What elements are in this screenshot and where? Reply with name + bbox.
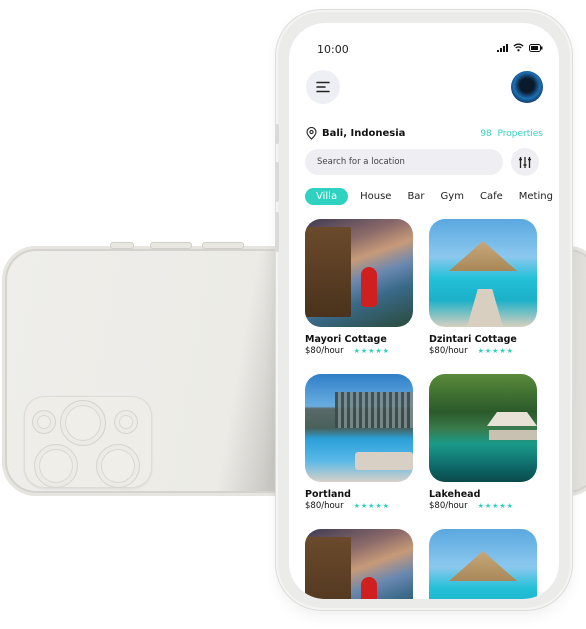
listing-name: Lakehead (429, 489, 481, 500)
listing-image (305, 529, 413, 599)
properties-label: Properties (497, 129, 543, 139)
rating-stars-icon: ★★★★★ (477, 502, 514, 510)
camera-lens (34, 444, 78, 488)
category-tabs: Villa House Bar Gym Cafe Meting (305, 188, 559, 205)
tab-villa[interactable]: Villa (305, 188, 349, 205)
camera-module (24, 396, 152, 488)
location-pin-icon (306, 127, 317, 140)
listing-price: $80/hour (305, 501, 344, 511)
listing-card[interactable] (305, 529, 413, 599)
listing-name: Portland (305, 489, 351, 500)
tab-meting[interactable]: Meting (519, 191, 553, 202)
front-phone-mockup: 10:00 Bali, Indonesia 98 Properties Sear… (275, 12, 570, 608)
camera-lens (96, 444, 140, 488)
properties-number: 98 (480, 129, 492, 139)
battery-icon (529, 43, 543, 52)
menu-button[interactable] (306, 70, 340, 104)
location-label: Bali, Indonesia (322, 128, 406, 139)
user-avatar[interactable] (511, 71, 543, 103)
listing-card[interactable]: Lakehead $80/hour ★★★★★ (429, 374, 537, 511)
signal-icon (497, 43, 508, 52)
listing-card[interactable] (429, 529, 537, 599)
listing-image (429, 374, 537, 482)
listing-image (305, 374, 413, 482)
camera-lens (114, 410, 138, 434)
listing-card[interactable]: Dzintari Cottage $80/hour ★★★★★ (429, 219, 537, 356)
tab-bar[interactable]: Bar (407, 191, 424, 202)
phone-side-button (202, 242, 244, 249)
listing-card[interactable]: Mayori Cottage $80/hour ★★★★★ (305, 219, 413, 356)
rating-stars-icon: ★★★★★ (353, 347, 390, 355)
listing-price: $80/hour (305, 346, 344, 356)
phone-side-button (110, 242, 134, 249)
listing-price: $80/hour (429, 346, 468, 356)
properties-count[interactable]: 98 Properties (480, 129, 543, 139)
listing-image (305, 219, 413, 327)
tab-gym[interactable]: Gym (441, 191, 464, 202)
status-icons (497, 43, 543, 52)
hamburger-menu-icon (316, 81, 330, 93)
tab-house[interactable]: House (360, 191, 391, 202)
listing-name: Mayori Cottage (305, 334, 387, 345)
filter-button[interactable] (511, 148, 539, 176)
search-input[interactable]: Search for a location (305, 149, 503, 175)
status-time: 10:00 (317, 43, 349, 56)
rating-stars-icon: ★★★★★ (353, 502, 390, 510)
phone-side-button (150, 242, 192, 249)
phone-side-button (275, 124, 279, 144)
listing-price: $80/hour (429, 501, 468, 511)
location-selector[interactable]: Bali, Indonesia (306, 127, 405, 140)
listing-image (429, 219, 537, 327)
camera-lens (60, 400, 106, 446)
sliders-icon (519, 156, 531, 168)
listing-name: Dzintari Cottage (429, 334, 517, 345)
tab-cafe[interactable]: Cafe (480, 191, 503, 202)
app-screen: 10:00 Bali, Indonesia 98 Properties Sear… (289, 23, 559, 599)
phone-side-button (275, 162, 279, 202)
phone-side-button (275, 212, 279, 252)
rating-stars-icon: ★★★★★ (477, 347, 514, 355)
camera-lens (32, 410, 56, 434)
listing-image (429, 529, 537, 599)
wifi-icon (513, 43, 524, 52)
listing-card[interactable]: Portland $80/hour ★★★★★ (305, 374, 413, 511)
